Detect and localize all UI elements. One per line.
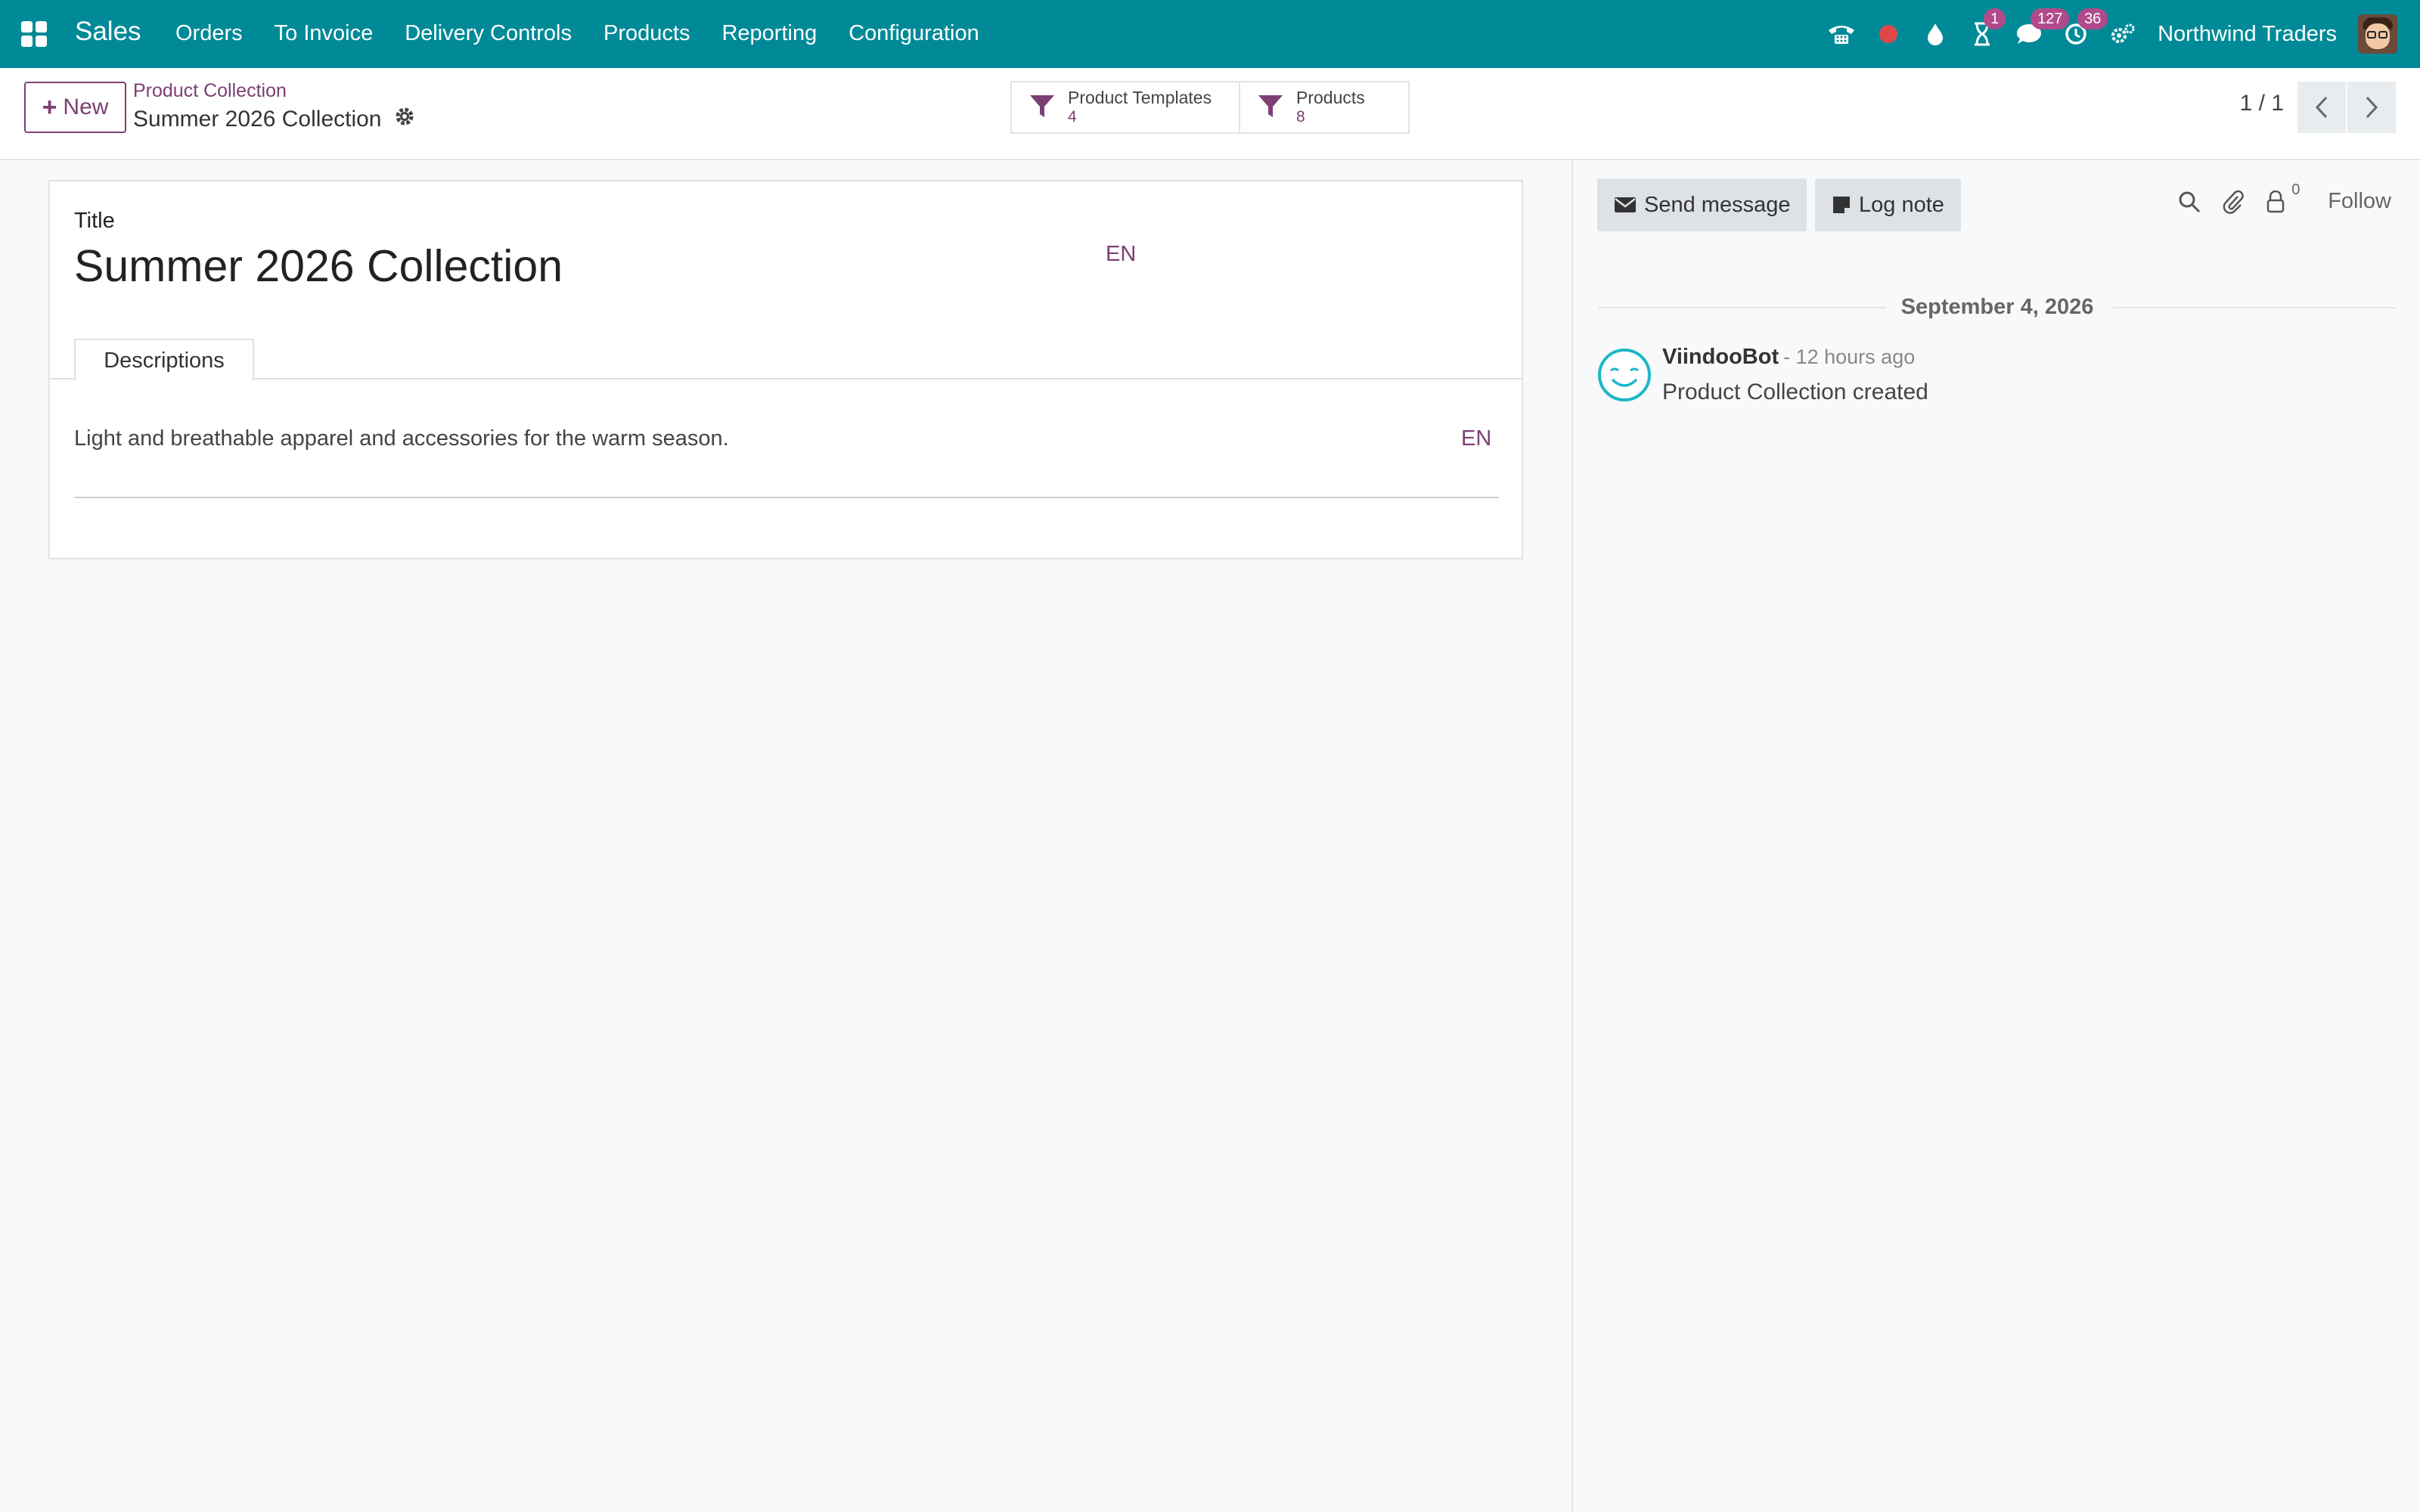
new-button-label: New	[63, 94, 109, 119]
gear-icon[interactable]	[394, 106, 415, 133]
menu-item-to-invoice[interactable]: To Invoice	[275, 21, 374, 46]
chatter-panel: Send message Log note 0 Follow September…	[1571, 160, 2420, 1512]
timer-icon[interactable]: 36	[2061, 8, 2108, 49]
smart-button-value: 8	[1296, 108, 1305, 125]
smiley-icon	[1598, 349, 1651, 401]
filter-icon	[1028, 92, 1056, 123]
menu-item-reporting[interactable]: Reporting	[721, 21, 817, 46]
description-field[interactable]: Light and breathable apparel and accesso…	[74, 426, 729, 451]
smart-button-products[interactable]: Products 8	[1239, 81, 1410, 134]
phone-icon[interactable]	[1826, 19, 1857, 49]
notebook-tabs: Descriptions	[50, 339, 1522, 381]
search-icon[interactable]	[2178, 191, 2201, 213]
description-language-button[interactable]: EN	[1461, 426, 1491, 451]
sticky-note-icon	[1833, 197, 1850, 213]
date-separator-text: September 4, 2026	[1900, 295, 2094, 319]
lock-icon	[2266, 190, 2285, 212]
new-button[interactable]: + New	[24, 82, 126, 133]
app-brand[interactable]: Sales	[75, 17, 141, 47]
title-field[interactable]: Summer 2026 Collection	[74, 240, 563, 292]
control-panel: + New Product Collection Summer 2026 Col…	[0, 68, 2420, 160]
color-drop-icon[interactable]	[1920, 19, 1950, 49]
tab-descriptions[interactable]: Descriptions	[74, 339, 254, 381]
activities-badge: 1	[1984, 8, 2006, 29]
message-author-name[interactable]: ViindooBot	[1662, 345, 1779, 369]
title-label: Title	[74, 209, 115, 233]
smart-button-value: 4	[1068, 108, 1077, 125]
recording-status-icon[interactable]	[1873, 19, 1903, 49]
user-avatar[interactable]	[2358, 14, 2397, 54]
smart-button-label: Product Templates	[1068, 88, 1212, 107]
description-underline	[74, 497, 1499, 498]
envelope-icon	[1615, 197, 1636, 212]
paperclip-icon[interactable]	[2222, 190, 2245, 214]
record-name: Summer 2026 Collection	[133, 106, 415, 133]
message-author: ViindooBot - 12 hours ago	[1662, 345, 1915, 370]
pager-next-button[interactable]	[2347, 82, 2396, 133]
settings-gears-icon[interactable]	[2108, 19, 2138, 49]
smart-button-label: Products	[1296, 88, 1365, 107]
record-name-text: Summer 2026 Collection	[133, 107, 382, 132]
chevron-right-icon	[2366, 96, 2378, 119]
pager-value[interactable]: 1 / 1	[2240, 91, 2284, 116]
follow-button[interactable]: Follow	[2328, 189, 2391, 214]
main-menu: Orders To Invoice Delivery Controls Prod…	[175, 21, 1011, 46]
smart-button-product-templates[interactable]: Product Templates 4	[1010, 81, 1240, 134]
apps-menu-icon[interactable]	[21, 21, 47, 47]
menu-item-products[interactable]: Products	[603, 21, 690, 46]
log-note-button[interactable]: Log note	[1815, 178, 1961, 231]
form-sheet: Title Summer 2026 Collection EN Descript…	[48, 180, 1523, 559]
followers-button[interactable]: 0	[2266, 181, 2300, 213]
bot-avatar	[1597, 348, 1652, 402]
messages-icon[interactable]: 127	[2014, 8, 2070, 49]
plus-icon: +	[42, 92, 57, 122]
breadcrumb[interactable]: Product Collection	[133, 80, 287, 102]
timer-badge: 36	[2077, 8, 2108, 29]
filter-icon	[1257, 92, 1284, 123]
send-message-button[interactable]: Send message	[1597, 178, 1807, 231]
activities-hourglass-icon[interactable]: 1	[1967, 8, 2006, 49]
systray: 1 127 36 Northwind Traders	[1826, 0, 2420, 68]
message-body: Product Collection created	[1662, 380, 1928, 404]
menu-item-configuration[interactable]: Configuration	[849, 21, 979, 46]
menu-item-delivery-controls[interactable]: Delivery Controls	[405, 21, 572, 46]
chevron-left-icon	[2315, 96, 2328, 119]
company-name[interactable]: Northwind Traders	[2158, 22, 2337, 47]
chatter-toolbar: 0 Follow	[2157, 181, 2391, 214]
followers-count: 0	[2291, 181, 2301, 198]
message-date: - 12 hours ago	[1783, 345, 1916, 368]
menu-item-orders[interactable]: Orders	[175, 21, 243, 46]
send-message-label: Send message	[1644, 192, 1791, 217]
top-navbar: Sales Orders To Invoice Delivery Control…	[0, 0, 2420, 68]
title-language-button[interactable]: EN	[1106, 242, 1136, 267]
pager-previous-button[interactable]	[2297, 82, 2346, 133]
log-note-label: Log note	[1859, 192, 1944, 217]
date-separator: September 4, 2026	[1599, 289, 2396, 327]
